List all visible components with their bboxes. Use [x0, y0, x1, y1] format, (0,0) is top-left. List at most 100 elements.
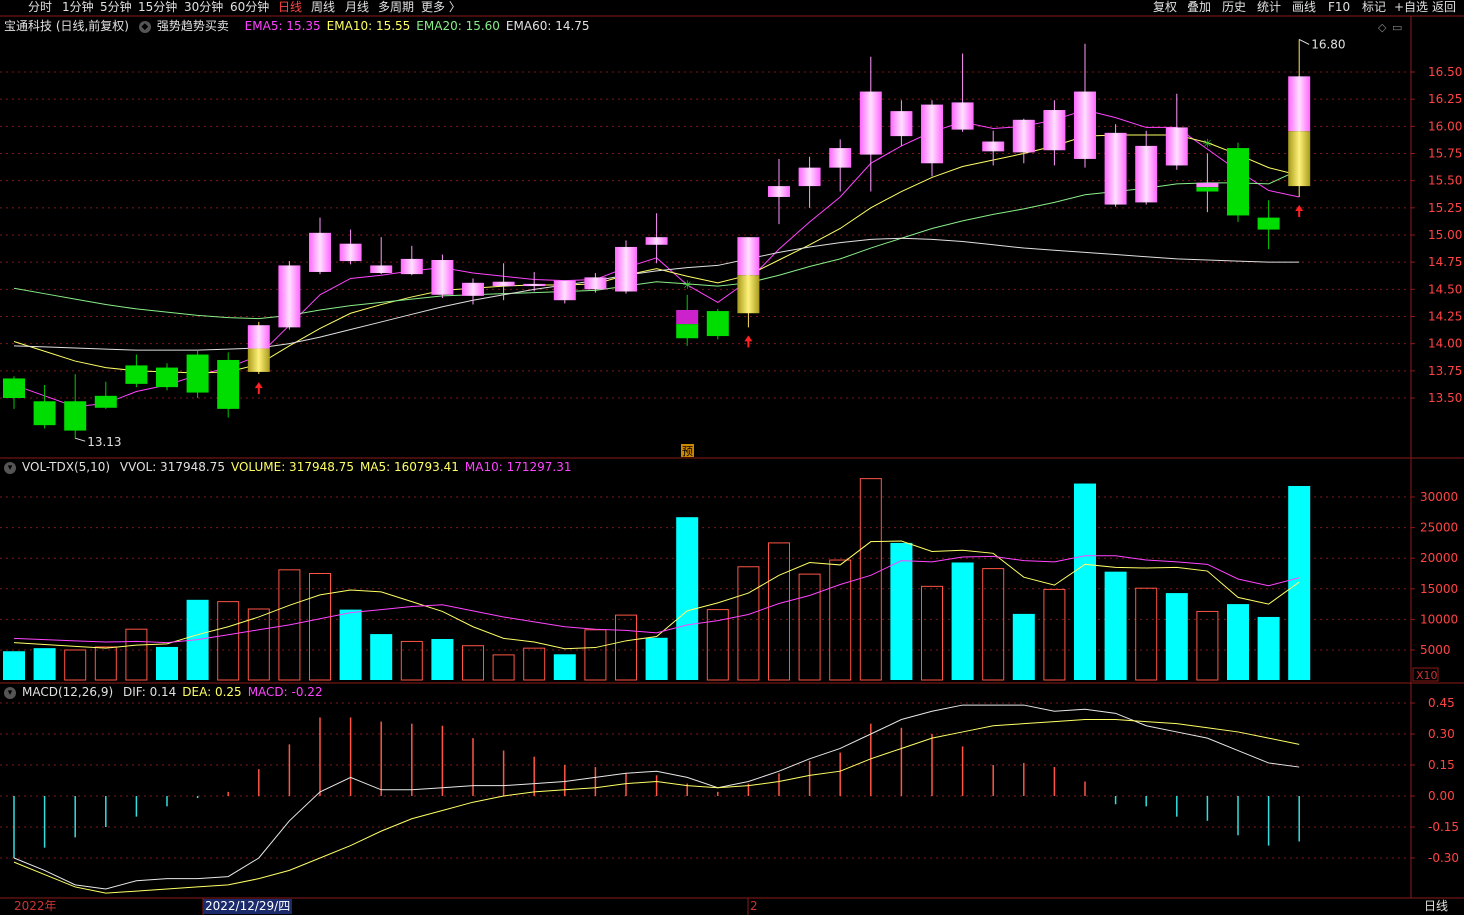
- candle-body-top: [1196, 182, 1219, 188]
- candle-body: [982, 141, 1005, 152]
- candle-body: [1165, 127, 1188, 166]
- indicator-value-0: DIF: 0.14: [122, 685, 177, 699]
- candle-body: [125, 365, 148, 384]
- period-label[interactable]: 日线: [1424, 899, 1448, 914]
- vol-tick-label: 15000: [1420, 582, 1458, 596]
- candle-body-bottom: [1196, 187, 1219, 192]
- indicator-value-3: EMA60: 14.75: [505, 19, 590, 33]
- period-tab-4[interactable]: 30分钟: [184, 0, 223, 15]
- toolbar-button-4[interactable]: 画线: [1292, 0, 1316, 15]
- toolbar-button-7[interactable]: +自选: [1394, 0, 1428, 15]
- volume-bar: [1288, 485, 1311, 680]
- volume-bar: [921, 585, 943, 681]
- candle-body: [431, 259, 454, 295]
- candle-body: [951, 102, 974, 130]
- volume-bar: [309, 573, 331, 681]
- candle-body: [523, 283, 546, 287]
- volume-bar: [431, 638, 454, 680]
- vol-tick-label: 20000: [1420, 551, 1458, 565]
- toolbar-button-1[interactable]: 叠加: [1187, 0, 1211, 15]
- macd-tick-label: -0.15: [1428, 820, 1459, 834]
- dea-line: [13, 719, 1300, 894]
- toolbar-button-0[interactable]: 复权: [1153, 0, 1177, 15]
- volume-bar: [370, 634, 393, 680]
- toolbar-button-2[interactable]: 历史: [1222, 0, 1246, 15]
- toolbar-button-8[interactable]: 返回: [1432, 0, 1456, 15]
- volume-bar: [1257, 616, 1280, 680]
- indicator-value-2: MACD: -0.22: [247, 685, 323, 699]
- window-icon: ▭: [1392, 21, 1402, 34]
- volume-bar: [676, 517, 699, 680]
- volume-bar: [1227, 604, 1249, 680]
- month-label: 2: [750, 899, 758, 913]
- low-label: 13.13: [87, 435, 121, 449]
- volume-bar: [125, 628, 148, 681]
- volume-bar: [615, 614, 637, 681]
- period-tab-9[interactable]: 多周期: [378, 0, 414, 15]
- period-tab-5[interactable]: 60分钟: [230, 0, 269, 15]
- stock-chart[interactable]: 16.50 16.25 16.00 15.75 15.50 15.25 15.00 14.75…: [0, 0, 1464, 915]
- candle-body: [1257, 217, 1280, 230]
- volume-bar: [1196, 610, 1219, 681]
- period-tab-8[interactable]: 月线: [345, 0, 369, 15]
- volume-bar: [645, 637, 668, 680]
- candle-body: [615, 246, 637, 292]
- indicator-value-2: EMA20: 15.60: [416, 19, 500, 33]
- price-tick-label: 16.25: [1428, 92, 1462, 106]
- vol-title[interactable]: VOL-TDX(5,10): [22, 460, 110, 474]
- candle-body-bottom: [737, 275, 760, 314]
- price-tick-label: 13.75: [1428, 364, 1462, 378]
- toolbar-button-5[interactable]: F10: [1328, 0, 1350, 15]
- price-tick-label: 15.50: [1428, 174, 1462, 188]
- period-tab-7[interactable]: 周线: [311, 0, 335, 15]
- candle-body: [3, 378, 25, 398]
- candle-body: [859, 91, 882, 155]
- price-tick-label: 15.75: [1428, 147, 1462, 161]
- price-tick-label: 15.00: [1428, 228, 1462, 242]
- diamond-icon: ◇: [1378, 21, 1387, 34]
- indicator-value-3: MA10: 171297.31: [464, 460, 572, 474]
- date-axis: 2022年 2022/12/29/四 2 日线: [0, 898, 1464, 915]
- chevron-down-icon[interactable]: ▾: [4, 461, 16, 474]
- stock-title[interactable]: 宝通科技 (日线,前复权): [4, 19, 129, 33]
- candle-body: [94, 395, 117, 408]
- year-label: 2022年: [14, 899, 57, 913]
- macd-title[interactable]: MACD(12,26,9): [22, 685, 113, 699]
- volume-bar: [553, 654, 576, 680]
- chevron-down-icon[interactable]: ▾: [4, 686, 16, 699]
- toolbar-button-6[interactable]: 标记: [1362, 0, 1386, 15]
- period-tab-10[interactable]: 更多 〉: [421, 0, 461, 15]
- indicator-name[interactable]: ◆ 强势趋势买卖: [138, 19, 235, 33]
- volume-bar: [829, 559, 852, 681]
- candle-body: [339, 243, 362, 262]
- volume-bar: [798, 573, 821, 681]
- volume-bar: [492, 654, 515, 681]
- candle-body-top: [676, 309, 699, 325]
- period-tab-6[interactable]: 日线: [278, 0, 302, 15]
- candle-body: [645, 237, 668, 245]
- candle-body: [156, 367, 178, 388]
- candle-body: [33, 401, 56, 426]
- period-tab-2[interactable]: 5分钟: [100, 0, 132, 15]
- macd-tick-label: 0.00: [1428, 789, 1455, 803]
- price-tick-label: 14.50: [1428, 282, 1462, 296]
- toolbar-button-3[interactable]: 统计: [1257, 0, 1281, 15]
- volume-bar: [768, 542, 790, 681]
- period-tab-3[interactable]: 15分钟: [138, 0, 177, 15]
- volume-bar: [339, 609, 362, 680]
- period-tab-0[interactable]: 分时: [28, 0, 52, 15]
- star-signal-icon: ✳: [682, 278, 692, 292]
- candle-body: [1227, 148, 1249, 216]
- period-tab-1[interactable]: 1分钟: [62, 0, 94, 15]
- vol-tick-label: 10000: [1420, 612, 1458, 626]
- dif-line: [13, 704, 1300, 890]
- volume-bar: [3, 651, 25, 680]
- candle-body: [370, 265, 393, 274]
- pre-marker-label: 预: [682, 445, 693, 458]
- period-toolbar: 分时 1分钟 5分钟 15分钟 30分钟 60分钟 日线 周线 月线 多周期 更多 〉 复权 叠加 历史统…: [0, 0, 1464, 15]
- candle-body-top: [737, 237, 760, 276]
- volume-bar: [1104, 571, 1127, 680]
- candle-body: [584, 277, 607, 290]
- vol-tick-label: 5000: [1420, 643, 1451, 657]
- settings-icon[interactable]: ◆: [138, 20, 151, 33]
